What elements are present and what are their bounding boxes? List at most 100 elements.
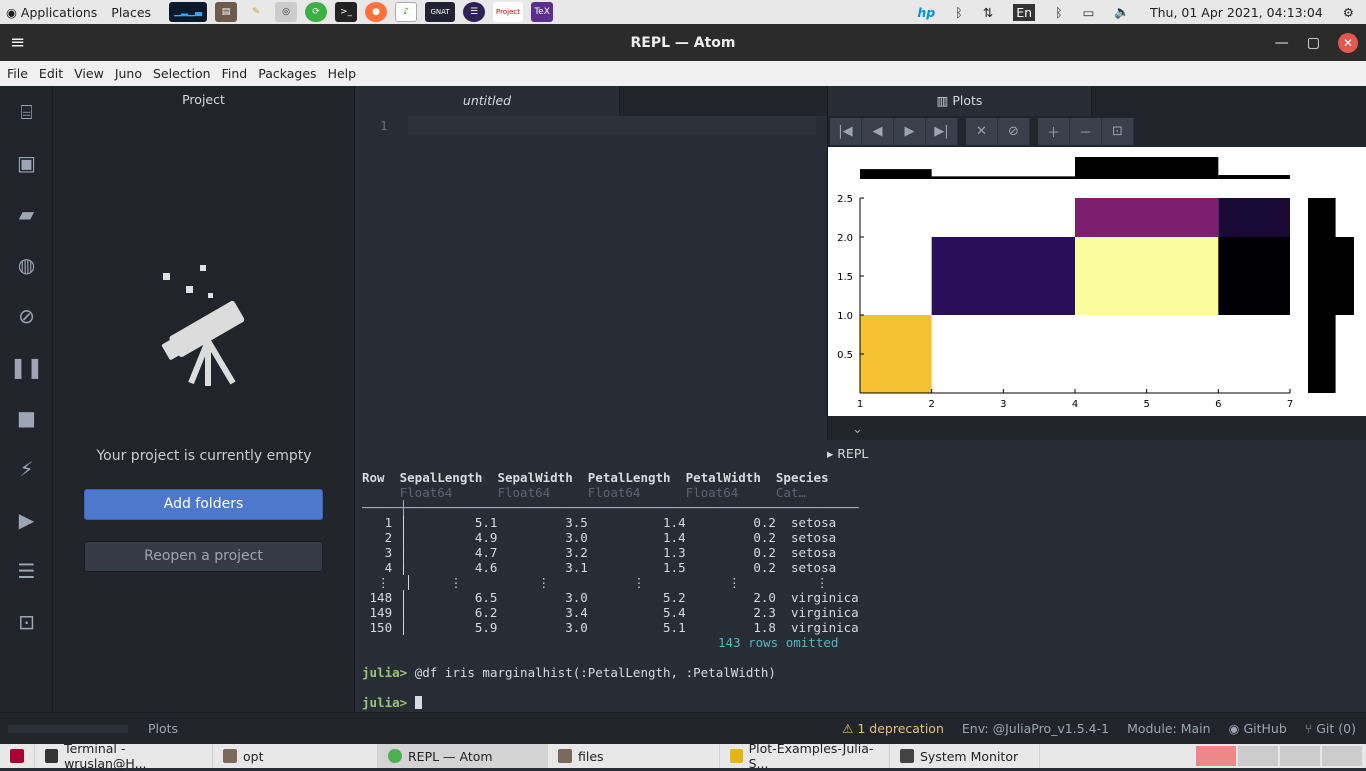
battery-icon[interactable]: ▭ (1083, 5, 1095, 20)
menu-juno[interactable]: Juno (115, 66, 142, 81)
file-manager-launcher-icon[interactable]: ▤ (215, 2, 238, 22)
network-icon[interactable]: ⇅ (983, 5, 993, 20)
editor-cursor-line[interactable] (408, 116, 816, 134)
menu-find[interactable]: Find (222, 66, 248, 81)
chevron-down-icon[interactable]: ⌄ (852, 422, 863, 437)
planet-icon[interactable]: ⊘ (0, 290, 53, 341)
bluetooth-icon[interactable]: ᛒ (955, 5, 963, 20)
system-monitor-launcher-icon[interactable]: ▁▂▁▃ (169, 2, 208, 22)
text-cursor (414, 696, 422, 709)
repl-tab[interactable]: ▸ REPL (827, 446, 868, 461)
eclipse-launcher-icon[interactable]: ☰ (463, 2, 486, 22)
terminal-icon[interactable]: ⊡ (0, 596, 53, 647)
x-tick-label: 4 (1072, 399, 1078, 410)
first-plot-icon[interactable]: |◀ (830, 118, 862, 145)
firefox-launcher-icon[interactable]: ● (365, 2, 388, 22)
language-indicator[interactable]: En (1013, 3, 1036, 21)
reopen-project-button[interactable]: Reopen a project (84, 541, 323, 572)
zoom-out-icon[interactable]: － (1070, 118, 1102, 145)
clear-plots-icon[interactable]: ⊘ (998, 118, 1030, 145)
taskbar-item-plot-examples[interactable]: Plot-Examples-Julia-S... (720, 741, 890, 771)
applications-menu[interactable]: ◉ Applications (6, 5, 97, 20)
x-tick-label: 6 (1215, 399, 1221, 410)
add-folders-button[interactable]: Add folders (84, 489, 323, 520)
workspace-3[interactable] (1280, 746, 1320, 766)
julia-prompt: julia> (362, 695, 408, 710)
taskbar-item-files[interactable]: files (548, 744, 720, 768)
module-status[interactable]: Module: Main (1127, 721, 1210, 736)
heatmap-cell (1218, 237, 1290, 315)
taskbar-item-opt[interactable]: opt (213, 744, 378, 768)
repl-table-row: ⋮ │ ⋮ ⋮ ⋮ ⋮ ⋮ (362, 575, 829, 590)
menu-packages[interactable]: Packages (258, 66, 316, 81)
play-icon[interactable]: ▶ (0, 494, 53, 545)
plot-toolbar: |◀ ◀ ▶ ▶| ✕ ⊘ ＋ － ⊡ (830, 118, 1134, 145)
menu-help[interactable]: Help (328, 66, 357, 81)
taskbar-item-terminal[interactable]: Terminal - wruslan@H... (35, 741, 213, 771)
github-status[interactable]: ◉ GitHub (1229, 721, 1287, 736)
menu-selection[interactable]: Selection (153, 66, 211, 81)
close-icon[interactable]: ✕ (1338, 32, 1358, 53)
fit-plot-icon[interactable]: ⊡ (1102, 118, 1134, 145)
close-plot-icon[interactable]: ✕ (966, 118, 998, 145)
taskbar: Terminal - wruslan@H... opt REPL — Atom … (0, 741, 1366, 771)
open-folder-icon[interactable]: ▰ (0, 188, 53, 239)
globe-icon[interactable]: ◍ (0, 239, 53, 290)
taskbar-item-system-monitor[interactable]: System Monitor (890, 744, 1040, 768)
status-plots[interactable]: Plots (148, 721, 178, 736)
previous-plot-icon[interactable]: ◀ (862, 118, 894, 145)
hp-icon[interactable]: hp (917, 5, 935, 20)
repl-console[interactable]: Row SepalLength SepalWidth PetalLength P… (355, 465, 1366, 712)
power-icon[interactable]: ⚙ (1343, 5, 1354, 20)
window-title: REPL — Atom (630, 34, 736, 51)
deprecation-status[interactable]: ⚠ 1 deprecation (842, 721, 944, 736)
bolt-icon[interactable]: ⚡ (0, 443, 53, 494)
tab-plots[interactable]: ▥ Plots (828, 86, 1092, 116)
new-file-icon[interactable]: ⌸ (0, 86, 53, 137)
workspace-4[interactable] (1322, 746, 1362, 766)
terminal-icon: ▸ (827, 446, 838, 461)
screenshot-launcher-icon[interactable]: ◎ (275, 2, 298, 22)
workspace-switcher[interactable] (1196, 746, 1366, 766)
minimize-icon[interactable]: — (1275, 35, 1289, 51)
texmaker-launcher-icon[interactable]: TeX (531, 2, 554, 22)
env-status[interactable]: Env: @JuliaPro_v1.5.4-1 (962, 721, 1109, 736)
menu-view[interactable]: View (74, 66, 104, 81)
gnat-studio-launcher-icon[interactable]: GNAT (425, 2, 456, 22)
text-editor-launcher-icon[interactable]: ✎ (245, 2, 268, 22)
taskbar-item-atom[interactable]: REPL — Atom (378, 744, 548, 768)
julia-prompt: julia> (362, 665, 408, 680)
volume-icon[interactable]: 🔈 (1114, 4, 1130, 20)
plot-canvas[interactable]: 1 2 3 4 5 6 7 0.5 1.0 1.5 2.0 2.5 (828, 147, 1366, 416)
workspace-1[interactable] (1196, 746, 1236, 766)
plots-pane: ▥ Plots |◀ ◀ ▶ ▶| ✕ ⊘ ＋ － ⊡ 1 2 3 4 5 6 7 0.5 1.… (827, 86, 1366, 440)
show-desktop-icon[interactable] (0, 744, 35, 768)
git-status[interactable]: ⑂ Git (0) (1305, 721, 1356, 736)
gnome-foot-icon: ◉ (6, 4, 17, 20)
workspace-2[interactable] (1238, 746, 1278, 766)
projectlibre-launcher-icon[interactable]: Project (493, 2, 524, 22)
telescope-icon (153, 261, 253, 390)
repl-input-line[interactable]: julia> (362, 695, 422, 710)
repl-command-line: julia> @df iris marginalhist(:PetalLengt… (362, 665, 776, 680)
menu-edit[interactable]: Edit (39, 66, 63, 81)
bluetooth-icon[interactable]: ᛒ (1055, 5, 1063, 20)
datetime-display[interactable]: Thu, 01 Apr 2021, 04:13:04 (1150, 5, 1323, 20)
next-plot-icon[interactable]: ▶ (894, 118, 926, 145)
stop-icon[interactable]: ■ (0, 392, 53, 443)
tab-untitled[interactable]: untitled (355, 86, 620, 116)
menu-file[interactable]: File (7, 66, 28, 81)
repl-table-row: 4 │ 4.6 3.1 1.5 0.2 setosa (362, 560, 837, 575)
format-icon[interactable]: ☰ (0, 545, 53, 596)
last-plot-icon[interactable]: ▶| (926, 118, 958, 145)
libreoffice-launcher-icon[interactable]: ♪ (395, 2, 418, 22)
pause-icon[interactable]: ❚❚ (0, 341, 53, 392)
update-manager-launcher-icon[interactable]: ⟳ (305, 2, 328, 22)
maximize-icon[interactable]: ▢ (1307, 35, 1320, 51)
x-tick-label: 3 (1000, 399, 1006, 410)
terminal-launcher-icon[interactable]: >_ (335, 2, 358, 22)
save-icon[interactable]: ▣ (0, 137, 53, 188)
zoom-in-icon[interactable]: ＋ (1038, 118, 1070, 145)
y-tick-label: 1.5 (837, 272, 853, 283)
places-menu[interactable]: Places (111, 5, 151, 20)
